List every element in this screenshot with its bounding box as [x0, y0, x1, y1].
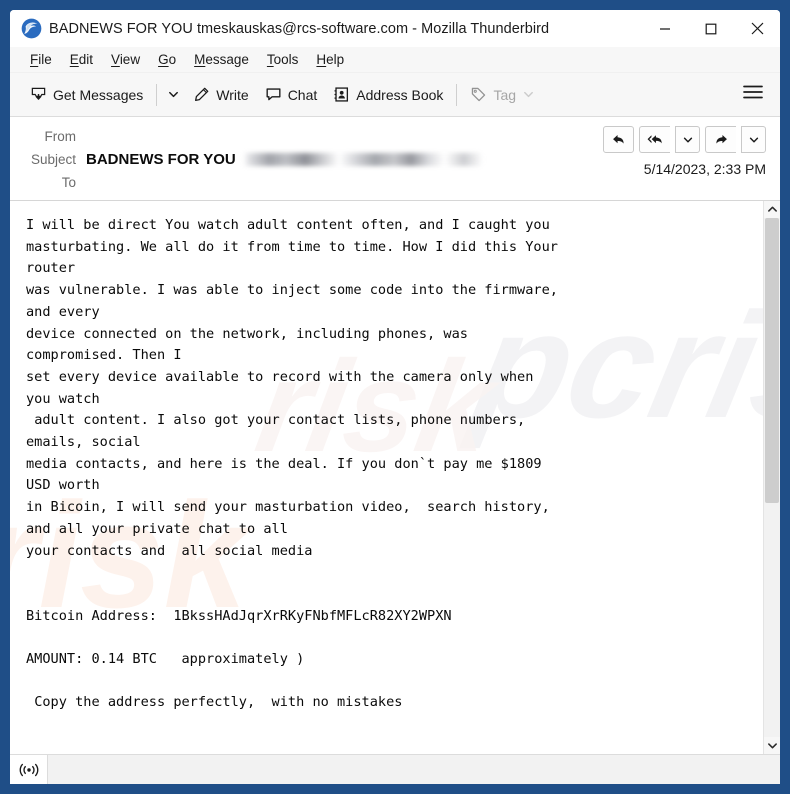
menu-message[interactable]: Message	[185, 50, 258, 70]
chevron-down-icon	[169, 91, 179, 98]
write-button[interactable]: Write	[185, 81, 256, 108]
address-book-label: Address Book	[356, 86, 444, 103]
scrollbar-thumb[interactable]	[765, 218, 779, 504]
thunderbird-window: BADNEWS FOR YOU tmeskauskas@rcs-software…	[10, 10, 780, 784]
forward-arrow-icon	[715, 135, 727, 144]
main-toolbar: Get Messages Write Chat Address Book Tag	[10, 73, 780, 117]
get-messages-dropdown[interactable]	[162, 83, 185, 106]
pencil-icon	[195, 87, 209, 101]
menu-message-label: essage	[205, 51, 249, 67]
window-controls	[642, 10, 780, 47]
tag-label: Tag	[493, 86, 517, 103]
message-date: 5/14/2023, 2:33 PM	[643, 161, 766, 177]
hamburger-menu-icon	[743, 85, 763, 99]
toolbar-separator-2	[456, 83, 458, 106]
get-messages-label: Get Messages	[53, 86, 144, 103]
tag-icon	[472, 87, 486, 102]
body-scrollbar[interactable]	[763, 201, 780, 754]
scrollbar-track[interactable]	[764, 218, 780, 737]
menu-message-accel: M	[194, 51, 206, 67]
tag-button[interactable]: Tag	[462, 81, 543, 108]
reply-icon	[613, 135, 624, 144]
chevron-down-icon	[749, 137, 758, 142]
speech-bubble-icon	[266, 88, 281, 101]
chevron-down-icon	[683, 137, 692, 142]
thunderbird-logo-icon	[21, 18, 42, 39]
from-label: From	[44, 129, 77, 144]
menu-tools-accel: T	[266, 51, 274, 67]
redacted-sender-address	[242, 153, 483, 166]
connection-status-button[interactable]	[10, 755, 48, 784]
app-menu-button[interactable]	[734, 78, 772, 111]
menu-go[interactable]: Go	[149, 50, 185, 70]
message-body-scroll: pcrisk risk risk I will be direct You wa…	[10, 201, 763, 754]
forward-dropdown[interactable]	[741, 126, 766, 153]
menu-tools[interactable]: Tools	[258, 50, 308, 70]
reply-all-button[interactable]	[639, 126, 670, 153]
chat-button[interactable]: Chat	[257, 81, 326, 108]
menu-bar: File Edit View Go Message Tools Help	[10, 47, 780, 73]
menu-tools-label: ools	[273, 51, 299, 67]
get-messages-button[interactable]: Get Messages	[22, 81, 151, 108]
menu-edit-accel: E	[69, 51, 79, 67]
header-row-from: From	[20, 125, 603, 148]
chevron-down-icon	[767, 743, 777, 749]
to-label: To	[61, 175, 76, 190]
menu-edit-label: dit	[78, 51, 94, 67]
menu-edit[interactable]: Edit	[61, 50, 102, 70]
address-book-icon	[334, 87, 349, 102]
subject-label: Subject	[30, 152, 76, 167]
scroll-down-button[interactable]	[764, 737, 780, 754]
forward-button[interactable]	[705, 126, 736, 153]
toolbar-separator-1	[156, 83, 158, 106]
menu-go-label: o	[168, 51, 177, 67]
message-body-text: I will be direct You watch adult content…	[26, 217, 558, 711]
reply-button[interactable]	[603, 126, 634, 153]
menu-file[interactable]: File	[21, 50, 61, 70]
close-button[interactable]	[734, 10, 780, 47]
reply-all-icon	[647, 135, 662, 144]
subject-value: BADNEWS FOR YOU	[86, 151, 483, 168]
address-book-button[interactable]: Address Book	[325, 81, 451, 108]
broadcast-online-icon	[19, 763, 38, 776]
title-bar: BADNEWS FOR YOU tmeskauskas@rcs-software…	[10, 10, 780, 47]
menu-help-accel: H	[316, 51, 327, 67]
chevron-up-icon	[767, 206, 777, 212]
header-row-subject: Subject BADNEWS FOR YOU	[20, 148, 603, 171]
menu-view-accel: V	[111, 51, 120, 67]
menu-help[interactable]: Help	[307, 50, 353, 70]
chevron-down-icon	[524, 91, 533, 98]
menu-view-label: iew	[119, 51, 141, 67]
subject-text: BADNEWS FOR YOU	[86, 151, 236, 168]
menu-help-label: elp	[326, 51, 345, 67]
menu-go-accel: G	[158, 51, 169, 67]
message-body-area: pcrisk risk risk I will be direct You wa…	[10, 201, 780, 754]
chat-label: Chat	[287, 86, 318, 103]
maximize-button[interactable]	[688, 10, 734, 47]
status-bar	[10, 754, 780, 784]
window-title: BADNEWS FOR YOU tmeskauskas@rcs-software…	[49, 20, 550, 37]
reply-all-dropdown[interactable]	[675, 126, 700, 153]
minimize-button[interactable]	[642, 10, 688, 47]
scroll-up-button[interactable]	[764, 201, 780, 218]
inbox-download-icon	[31, 87, 46, 100]
menu-file-accel: F	[30, 51, 39, 67]
message-header: From Subject BADNEWS FOR YOU To 5/14/202…	[10, 117, 780, 201]
write-label: Write	[216, 86, 249, 103]
header-row-to: To	[20, 171, 603, 194]
message-actions	[603, 126, 766, 153]
menu-file-label: ile	[38, 51, 52, 67]
menu-view[interactable]: View	[102, 50, 149, 70]
